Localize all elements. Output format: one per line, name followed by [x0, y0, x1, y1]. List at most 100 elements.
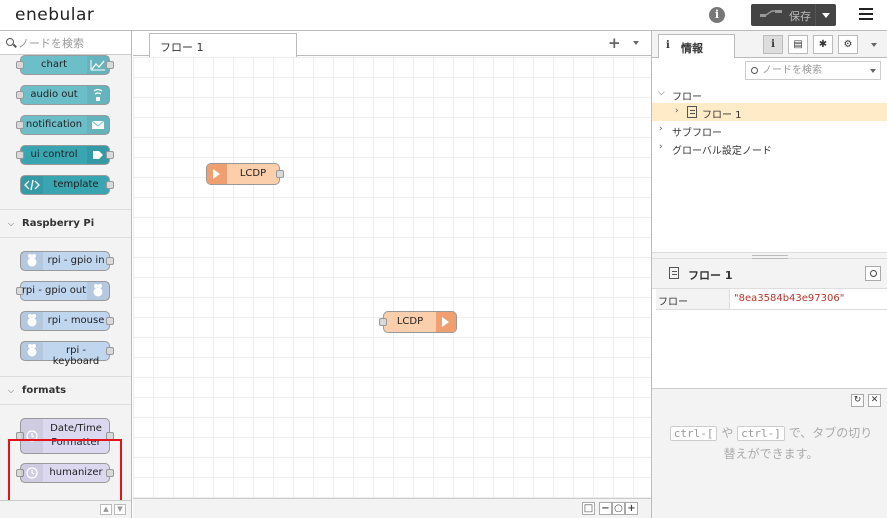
map-icon[interactable]: □: [582, 502, 595, 515]
info-icon: i: [666, 40, 670, 51]
output-port: [106, 181, 114, 189]
bug-icon[interactable]: ✱: [813, 35, 833, 54]
search-icon: [751, 67, 758, 74]
raspberry-icon: [21, 342, 43, 360]
output-port[interactable]: [276, 170, 284, 178]
property-value: "8ea3584b43e97306": [734, 293, 845, 304]
palette-footer: ▲ ▼: [0, 500, 131, 518]
flow-node-lcdp-out[interactable]: LCDP: [379, 311, 457, 333]
node-label: rpi - gpio in: [47, 255, 105, 266]
sidebar-search: [745, 61, 881, 80]
node-label: ui control: [30, 149, 78, 160]
tree-item-subflows[interactable]: › サブフロー: [652, 121, 887, 139]
node-label: rpi - keyboard: [52, 345, 100, 367]
node-label: rpi - gpio out: [21, 285, 87, 296]
tree-label: フロー 1: [702, 110, 742, 121]
expand-all-icon[interactable]: ▼: [114, 504, 126, 515]
palette-node-chart[interactable]: chart: [16, 55, 114, 75]
palette-node-ui-control[interactable]: ui control: [16, 145, 114, 165]
header: enebular i 保存: [0, 0, 887, 31]
raspberry-icon: [21, 312, 43, 330]
save-dropdown-chevron-icon[interactable]: [815, 4, 836, 26]
node-label: notification: [25, 119, 83, 130]
chevron-right-icon: ›: [659, 124, 663, 134]
save-button[interactable]: 保存: [751, 4, 836, 26]
info-icon[interactable]: i: [709, 7, 725, 23]
node-label-line1: Date/Time: [50, 423, 102, 434]
shortcut-key: ctrl-]: [737, 426, 785, 441]
category-formats[interactable]: ⌵ formats: [0, 376, 131, 405]
zoom-reset-icon[interactable]: ○: [612, 502, 625, 515]
chevron-down-icon: ⌵: [8, 219, 15, 228]
deploy-icon: [760, 10, 782, 17]
zoom-in-icon[interactable]: +: [625, 502, 638, 515]
sidebar-tabs: i 情報 i ▤ ✱ ⚙: [652, 31, 887, 58]
palette-node-notification[interactable]: notification: [16, 115, 110, 135]
close-icon[interactable]: ✕: [868, 394, 881, 407]
property-key: フロー: [656, 289, 730, 309]
sidebar-menu-chevron-icon[interactable]: [871, 43, 877, 47]
output-port: [106, 347, 114, 355]
gear-icon[interactable]: ⚙: [838, 35, 858, 54]
flow-icon: [687, 106, 697, 118]
tab-info[interactable]: i 情報: [658, 34, 735, 58]
palette-scroll-area: chart audio out notification ui control: [0, 55, 131, 500]
info-tab-button-icon[interactable]: i: [763, 35, 783, 54]
workspace-tabs: フロー 1 +: [133, 31, 651, 57]
tree-label: フロー: [672, 92, 702, 103]
collapse-all-icon[interactable]: ▲: [100, 504, 112, 515]
zoom-out-icon[interactable]: −: [599, 502, 612, 515]
book-icon[interactable]: ▤: [788, 35, 808, 54]
tree-item-flow-1[interactable]: › フロー 1: [652, 103, 887, 121]
search-options-chevron-icon[interactable]: [870, 69, 876, 73]
search-icon[interactable]: [865, 266, 881, 281]
node-palette: chart audio out notification ui control: [0, 31, 132, 518]
save-label: 保存: [789, 10, 811, 23]
chevron-right-icon: ›: [675, 106, 679, 116]
palette-node-rpi-keyboard[interactable]: rpi - keyboard: [20, 341, 114, 367]
node-label: audio out: [30, 89, 78, 100]
flow-node-lcdp-in[interactable]: LCDP: [206, 163, 284, 185]
app-logo: enebular: [15, 5, 95, 25]
tab-flow-1[interactable]: フロー 1: [149, 33, 297, 57]
search-icon: [6, 38, 14, 46]
info-header: フロー 1: [652, 259, 887, 289]
tree-item-global-config[interactable]: › グローバル設定ノード: [652, 139, 887, 157]
envelope-icon: [87, 116, 109, 134]
hamburger-menu-icon[interactable]: [859, 8, 873, 21]
raspberry-icon: [21, 252, 43, 270]
workspace-footer: □ − ○ +: [133, 498, 651, 518]
output-port: [106, 61, 114, 69]
refresh-icon[interactable]: ↻: [851, 394, 864, 407]
palette-node-template[interactable]: template: [20, 175, 114, 195]
sidebar-splitter[interactable]: [652, 252, 887, 259]
output-port: [106, 257, 114, 265]
tab-menu-chevron-icon[interactable]: [633, 41, 639, 45]
tip-text: ctrl-[ や ctrl-] で、タブの切り替えができます。: [666, 423, 876, 465]
output-port: [106, 317, 114, 325]
category-raspberry-pi[interactable]: ⌵ Raspberry Pi: [0, 209, 131, 238]
tip-separator: や: [721, 426, 734, 440]
tree-label: グローバル設定ノード: [672, 146, 772, 157]
raspberry-icon: [87, 282, 109, 300]
workspace-canvas[interactable]: LCDP LCDP: [133, 57, 651, 498]
tree-item-flows[interactable]: ⌵ フロー: [652, 85, 887, 103]
chevron-down-icon: ⌵: [8, 386, 15, 395]
tab-label: フロー 1: [160, 41, 204, 54]
shortcut-key: ctrl-[: [669, 426, 718, 441]
palette-node-rpi-gpio-in[interactable]: rpi - gpio in: [20, 251, 114, 271]
flow-icon: [669, 267, 679, 279]
node-label: template: [53, 179, 99, 190]
info-property-row: フロー "8ea3584b43e97306": [656, 289, 887, 310]
add-tab-icon[interactable]: +: [608, 34, 621, 52]
audio-icon: [87, 86, 109, 104]
code-icon: [21, 176, 43, 194]
palette-search-input[interactable]: [18, 35, 126, 51]
sidebar-search-input[interactable]: [762, 63, 862, 78]
node-label: chart: [41, 59, 67, 70]
chevron-down-icon: ⌵: [658, 88, 665, 98]
palette-node-rpi-mouse[interactable]: rpi - mouse: [20, 311, 114, 331]
palette-node-audio-out[interactable]: audio out: [16, 85, 110, 105]
info-title: フロー 1: [688, 269, 733, 282]
palette-node-rpi-gpio-out[interactable]: rpi - gpio out: [16, 281, 110, 301]
